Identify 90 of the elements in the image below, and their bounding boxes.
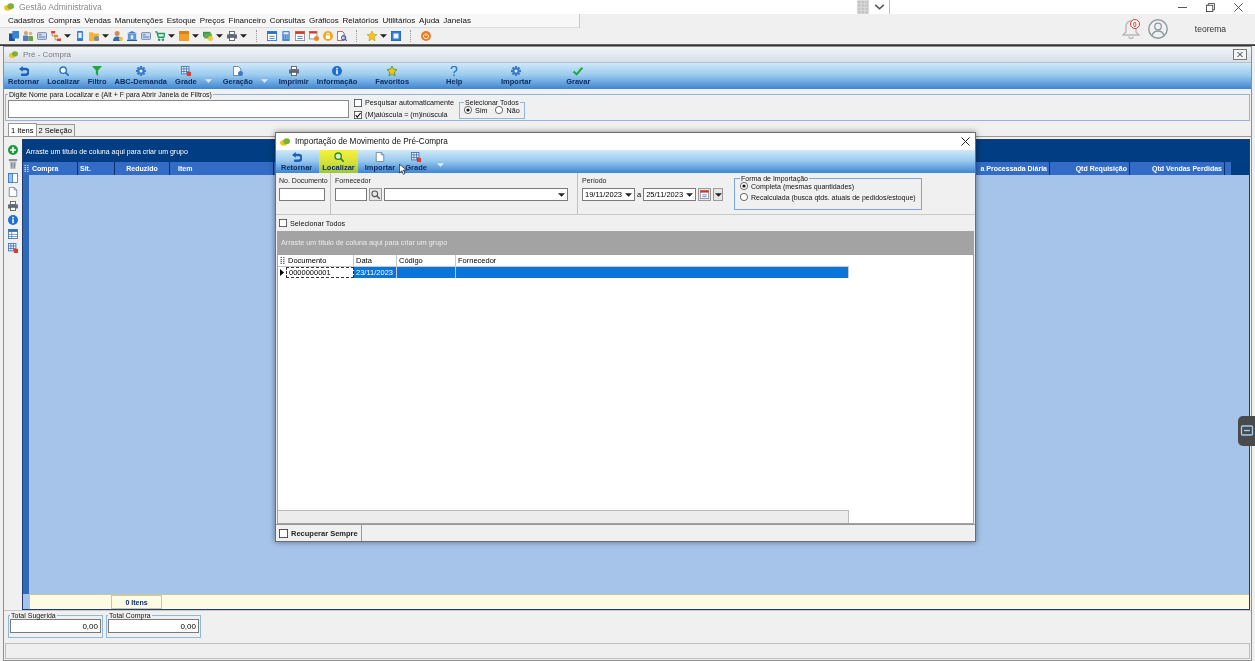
menu-item[interactable]: Relatórios [340,16,381,25]
calendar-icon[interactable] [267,31,277,41]
app-logo-icon [3,2,15,12]
grid-icon[interactable] [7,243,18,253]
table-icon[interactable] [7,229,18,239]
caret-icon[interactable] [380,34,387,38]
caret-icon[interactable] [64,34,71,38]
radio-icon[interactable] [740,182,748,190]
caret-icon[interactable] [102,34,109,38]
restore-icon[interactable] [1206,2,1215,12]
page-icon[interactable] [7,187,18,197]
panel-toggle-icon[interactable] [1238,416,1255,446]
caret-icon[interactable] [686,192,694,197]
hierarchy-icon[interactable] [51,31,61,41]
total-field: 0,00 [108,619,199,633]
checkmark-icon[interactable] [573,66,584,76]
search-field[interactable] [8,99,349,118]
checkbox-icon[interactable] [279,219,287,227]
user-name: teorema [1194,24,1226,34]
star-icon[interactable] [367,31,377,41]
document-search-icon[interactable] [337,31,347,41]
panes-icon[interactable] [7,173,18,183]
menu-item[interactable]: Utilitários [380,16,418,25]
calendar-icon[interactable] [309,31,319,41]
caret-icon[interactable] [240,34,247,38]
printer-icon[interactable] [288,66,299,76]
menu-item[interactable]: Gráficos [307,16,341,25]
bank-icon[interactable] [127,31,137,41]
caret-icon[interactable] [625,192,632,197]
search-icon[interactable] [58,66,69,76]
document-gear-icon[interactable] [232,66,243,76]
back-arrow-icon[interactable] [18,66,29,76]
person-icon[interactable] [113,31,123,41]
chevron-down-icon[interactable] [874,4,885,10]
scrollbar-track[interactable] [278,510,849,523]
caret-icon[interactable] [558,192,565,197]
dialog-title: Importação de Movimento de Pré-Compra [295,137,448,146]
id-card-icon[interactable] [37,31,47,41]
star-icon[interactable] [387,66,398,76]
menu-item[interactable]: Financeiro [226,16,268,25]
add-icon[interactable] [7,145,18,155]
mobile-icon[interactable] [75,31,85,41]
power-icon[interactable] [421,31,431,41]
caret-icon[interactable] [168,34,175,38]
calculator-icon[interactable] [281,31,291,41]
gear-icon[interactable] [135,66,146,76]
menu-item[interactable]: Manutenções [112,16,165,25]
supplier-code-field[interactable] [335,188,367,201]
total-field: 0,00 [10,619,101,633]
radio-icon[interactable] [495,106,504,114]
row-indicator-icon [280,269,284,276]
menu-item[interactable]: Estoque [164,16,198,25]
checkbox-icon[interactable] [354,98,362,107]
menu-item[interactable]: Vendas [82,16,113,25]
document-stack-icon[interactable] [9,31,19,41]
menu-item[interactable]: Cadastros [6,16,47,25]
caret-icon[interactable] [192,34,199,38]
calendar-icon[interactable] [295,31,305,41]
radio-icon[interactable] [464,106,473,114]
dropdown-button[interactable] [713,188,724,201]
window-icon[interactable] [391,31,401,41]
trash-icon[interactable] [7,159,18,169]
close-icon[interactable] [1234,2,1243,12]
app-title: Gestão Administrativa [19,2,102,12]
info-icon[interactable] [7,215,18,225]
printer-icon[interactable] [227,31,237,41]
menu-item[interactable]: Janelas [441,16,473,25]
help-icon[interactable] [449,66,460,76]
printer-icon[interactable] [7,201,18,211]
grid-icon[interactable] [180,66,191,76]
gear-icon[interactable] [511,66,522,76]
document-field[interactable] [279,188,325,201]
caret-icon[interactable] [216,34,223,38]
people-icon[interactable] [23,31,33,41]
info-icon[interactable] [332,66,342,76]
menu-item[interactable]: Ajuda [417,16,442,25]
menu-item[interactable]: Compras [46,16,83,25]
bell-icon[interactable] [1121,19,1140,39]
checkbox-icon[interactable] [354,110,362,119]
supplier-combo[interactable] [384,188,568,201]
avatar-icon[interactable] [1147,19,1168,39]
radio-icon[interactable] [740,193,748,201]
column-chooser-icon[interactable] [279,256,285,265]
menu-item[interactable]: Preços [197,16,227,25]
app-logo-icon [8,50,19,59]
menu-item[interactable]: Consultas [267,16,308,25]
caret-icon[interactable] [714,192,722,197]
window-title: Pré - Compra [23,50,71,59]
id-card-icon[interactable] [141,31,151,41]
checkbox-icon[interactable] [279,528,288,538]
